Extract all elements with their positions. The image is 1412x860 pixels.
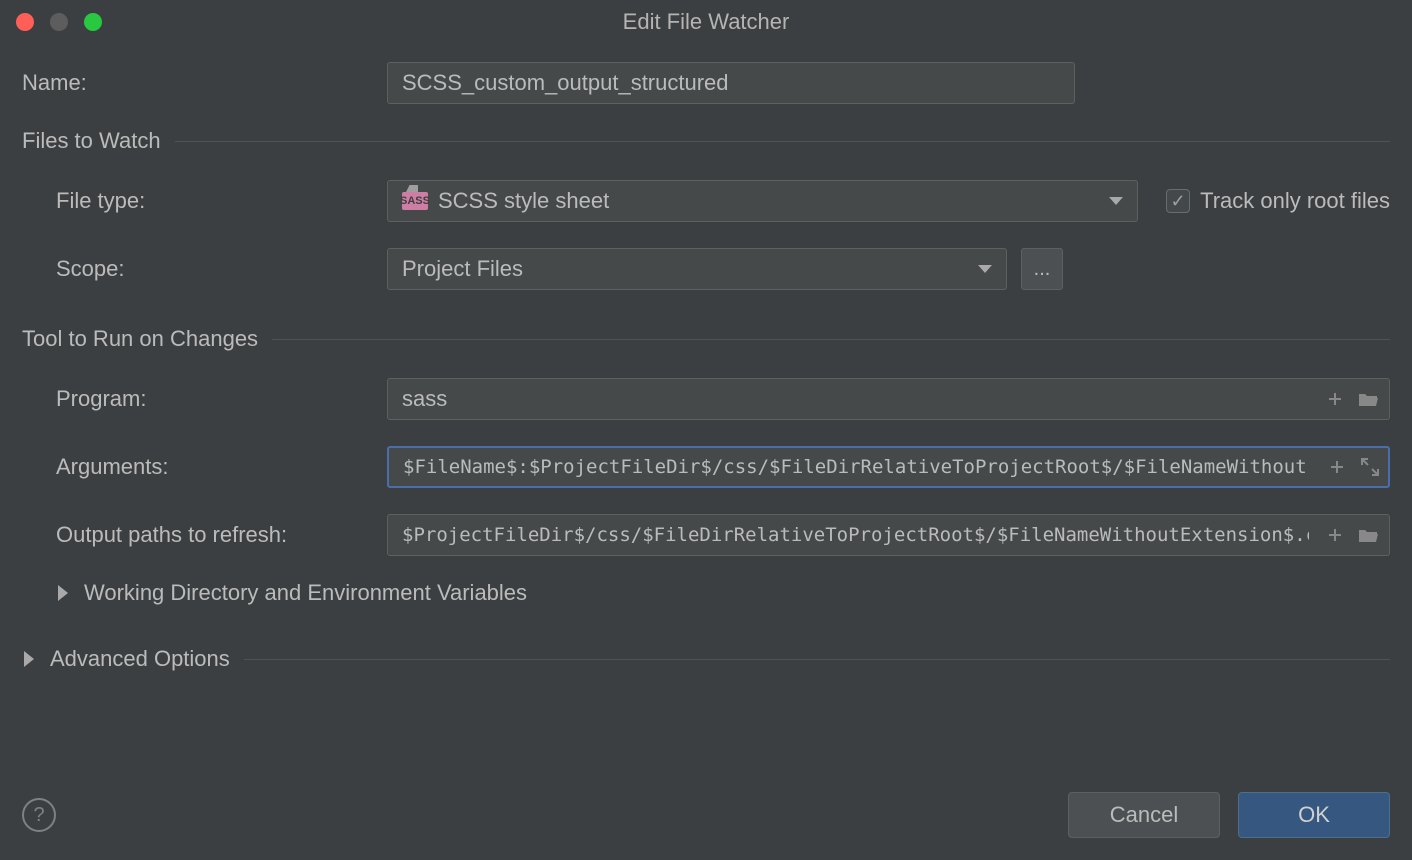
name-label: Name:: [22, 70, 387, 96]
file-type-label: File type:: [22, 188, 387, 214]
cancel-button[interactable]: Cancel: [1068, 792, 1220, 838]
window-maximize-button[interactable]: [84, 13, 102, 31]
traffic-lights: [0, 13, 102, 31]
titlebar: Edit File Watcher: [0, 0, 1412, 44]
ellipsis-icon: ...: [1034, 258, 1051, 281]
files-to-watch-header: Files to Watch: [22, 128, 1390, 154]
output-paths-label: Output paths to refresh:: [22, 522, 387, 548]
ok-button[interactable]: OK: [1238, 792, 1390, 838]
track-only-root-label: Track only root files: [1200, 188, 1390, 214]
help-button[interactable]: ?: [22, 798, 56, 832]
scope-value: Project Files: [402, 256, 523, 282]
working-dir-env-title: Working Directory and Environment Variab…: [84, 580, 527, 606]
chevron-down-icon: [978, 265, 992, 273]
section-divider: [272, 339, 1390, 340]
arguments-input[interactable]: [387, 446, 1390, 488]
working-dir-env-header[interactable]: Working Directory and Environment Variab…: [56, 580, 1390, 606]
track-only-root-checkbox[interactable]: ✓ Track only root files: [1166, 188, 1390, 214]
name-input[interactable]: [387, 62, 1075, 104]
advanced-options-title: Advanced Options: [50, 646, 230, 672]
plus-icon[interactable]: [1326, 526, 1344, 544]
folder-open-icon[interactable]: [1358, 526, 1380, 544]
help-icon: ?: [33, 804, 44, 827]
section-divider: [244, 659, 1390, 660]
scope-select[interactable]: Project Files: [387, 248, 1007, 290]
scope-label: Scope:: [22, 256, 387, 282]
caret-right-icon: [58, 585, 68, 601]
arguments-label: Arguments:: [22, 454, 387, 480]
output-paths-input[interactable]: [387, 514, 1390, 556]
program-label: Program:: [22, 386, 387, 412]
sass-file-icon: SASS: [402, 192, 428, 210]
window-title: Edit File Watcher: [623, 9, 790, 35]
cancel-label: Cancel: [1110, 802, 1178, 828]
plus-icon[interactable]: [1328, 458, 1346, 476]
tool-to-run-title: Tool to Run on Changes: [22, 326, 258, 352]
files-to-watch-title: Files to Watch: [22, 128, 161, 154]
advanced-options-header[interactable]: Advanced Options: [22, 646, 1390, 672]
ok-label: OK: [1298, 802, 1330, 828]
check-icon: ✓: [1171, 191, 1186, 212]
scope-browse-button[interactable]: ...: [1021, 248, 1063, 290]
file-type-value: SCSS style sheet: [438, 188, 609, 214]
window-minimize-button[interactable]: [50, 13, 68, 31]
section-divider: [175, 141, 1390, 142]
caret-right-icon: [24, 651, 34, 667]
expand-icon[interactable]: [1360, 457, 1380, 477]
chevron-down-icon: [1109, 197, 1123, 205]
file-type-select[interactable]: SASS SCSS style sheet: [387, 180, 1138, 222]
program-input[interactable]: [387, 378, 1390, 420]
window-close-button[interactable]: [16, 13, 34, 31]
folder-open-icon[interactable]: [1358, 390, 1380, 408]
plus-icon[interactable]: [1326, 390, 1344, 408]
tool-to-run-header: Tool to Run on Changes: [22, 326, 1390, 352]
